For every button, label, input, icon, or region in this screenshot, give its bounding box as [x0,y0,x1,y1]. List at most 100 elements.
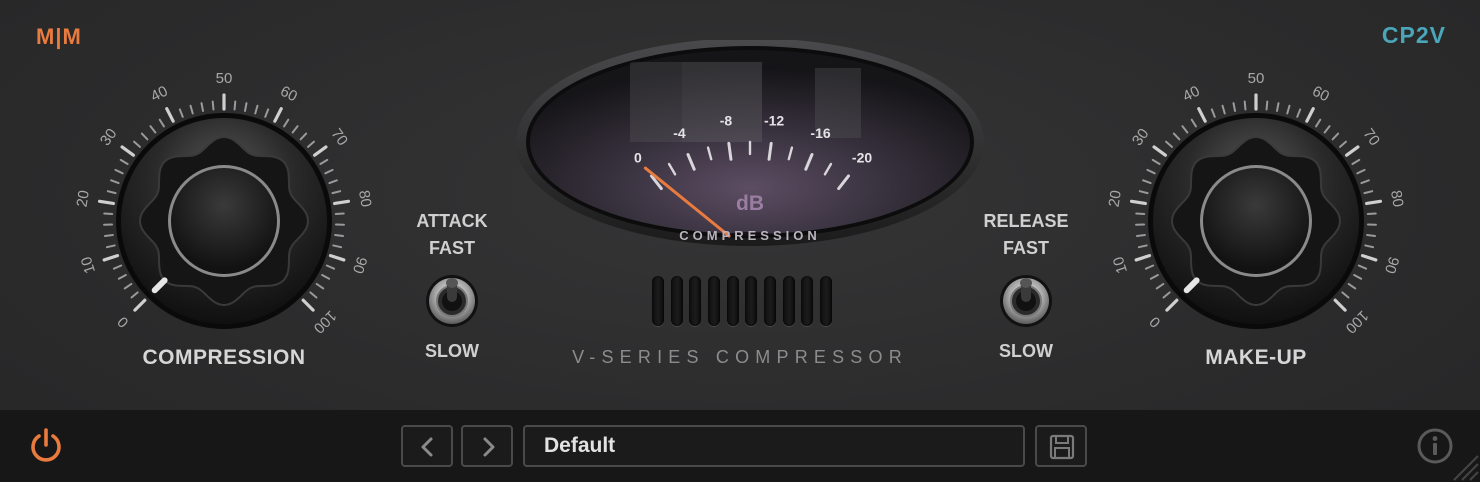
knob-tick [211,100,215,111]
knob-tick [1151,158,1161,165]
knob-tick [1162,291,1171,299]
knob-tick [1275,102,1280,112]
knob-scale-label: 50 [216,70,233,87]
knob-scale-label: 90 [349,254,370,275]
vent-slot [707,276,720,326]
knob-tick [1221,104,1226,115]
knob-scale-label: 50 [1248,70,1265,87]
meter-scale-label: -8 [720,112,733,128]
preset-selector[interactable]: Default [523,425,1025,467]
knob-scale-label: 90 [1381,254,1402,275]
meter-scale-label: -20 [852,149,872,165]
series-label: V-SERIES COMPRESSOR [572,347,908,367]
knob-tick [309,291,318,299]
knob-tick [299,132,308,141]
knob-scale-label: 0 [114,313,132,331]
compression-meter: 0 -4 -8 -12 -16 -20 dB COMPRESSION [515,40,985,250]
knob-tick [1164,140,1173,148]
previous-preset-button[interactable] [401,425,453,467]
knob-tick [133,298,147,312]
knob-tick [102,254,120,262]
knob-tick [264,108,270,118]
info-icon[interactable] [1416,427,1454,465]
makeup-knob[interactable]: 0 10 20 30 40 50 60 70 80 90 100 [1096,56,1416,356]
knob-tick [1360,254,1378,262]
knob-tick [1286,104,1291,115]
compression-knob[interactable]: 0 10 20 30 40 50 60 70 80 90 100 [64,56,384,356]
knob-tick [103,234,114,238]
makeup-label: MAKE-UP [1205,346,1307,369]
knob-tick [1360,179,1370,185]
knob-tick [1366,212,1377,215]
attack-title: ATTACK [416,211,488,231]
knob-tick [328,179,338,185]
attack-toggle-switch[interactable] [425,274,479,328]
knob-tick [120,145,135,157]
knob-tick [1366,234,1377,238]
meter-tick [767,141,773,161]
chevron-left-icon [421,437,433,457]
chevron-right-icon [483,437,495,457]
knob-tick [165,107,175,123]
knob-scale-label: 30 [97,125,121,148]
knob-tick [1339,140,1348,148]
knob-scale-label: 100 [310,307,340,337]
vent-slot [819,276,832,326]
power-icon[interactable] [26,426,66,466]
vent-slot [689,276,702,326]
knob-tick [140,132,149,141]
release-toggle-switch[interactable] [999,274,1053,328]
knob-tick [1356,168,1366,175]
knob-tick [1345,145,1360,157]
knob-tick [114,168,124,175]
knob-tick [1341,291,1350,299]
knob-scale-label: 70 [1360,125,1384,148]
knob-scale-label: 60 [1309,83,1332,106]
next-preset-button[interactable] [461,425,513,467]
knob-tick [1190,118,1197,128]
knob-tick [331,190,342,195]
knob-scale-label: 40 [148,83,171,106]
knob-tick [1331,132,1340,141]
knob-tick [1135,234,1146,238]
knob-tick [1323,125,1331,134]
knob-tick [110,179,120,185]
knob-tick [1144,264,1155,270]
knob-tick [1181,125,1189,134]
knob-tick [243,102,248,112]
knob-tick [1232,102,1237,112]
knob-tick [1305,107,1315,123]
meter-scale-label: 0 [634,149,642,165]
knob-scale-label: 80 [1387,189,1406,208]
meter-scale-label: -12 [764,112,784,128]
knob-tick [97,199,115,206]
makeup-knob-group: 0 10 20 30 40 50 60 70 80 90 100 [1096,56,1416,356]
knob-tick [1129,199,1147,206]
knob-scale-label: 0 [1146,313,1164,331]
meter-tick [727,141,733,161]
compression-knob-group: 0 10 20 30 40 50 60 70 80 90 100 [64,56,384,356]
knob-tick [1315,118,1322,128]
knob-tick [1210,108,1216,118]
product-name: CP2V [1381,22,1446,48]
knob-tick [1197,107,1207,123]
knob-tick [328,254,346,262]
save-preset-button[interactable] [1035,425,1087,467]
vent-slot [782,276,795,326]
attack-slow-label: SLOW [425,341,479,361]
knob-tick [105,244,116,249]
knob-scale-label: 80 [355,189,374,208]
knob-tick [1265,100,1269,111]
knob-tick [1149,273,1159,280]
knob-tick [1333,298,1347,312]
vent-slot [670,276,683,326]
knob-tick [1134,254,1152,262]
knob-tick [1137,244,1148,249]
knob-scale-label: 20 [1106,189,1125,208]
knob-scale-label: 10 [78,254,99,275]
knob-tick [332,244,343,249]
knob-tick [1152,145,1167,157]
knob-tick [103,212,114,215]
resize-grip-icon[interactable] [1450,452,1480,482]
knob-scale-label: 40 [1180,83,1203,106]
